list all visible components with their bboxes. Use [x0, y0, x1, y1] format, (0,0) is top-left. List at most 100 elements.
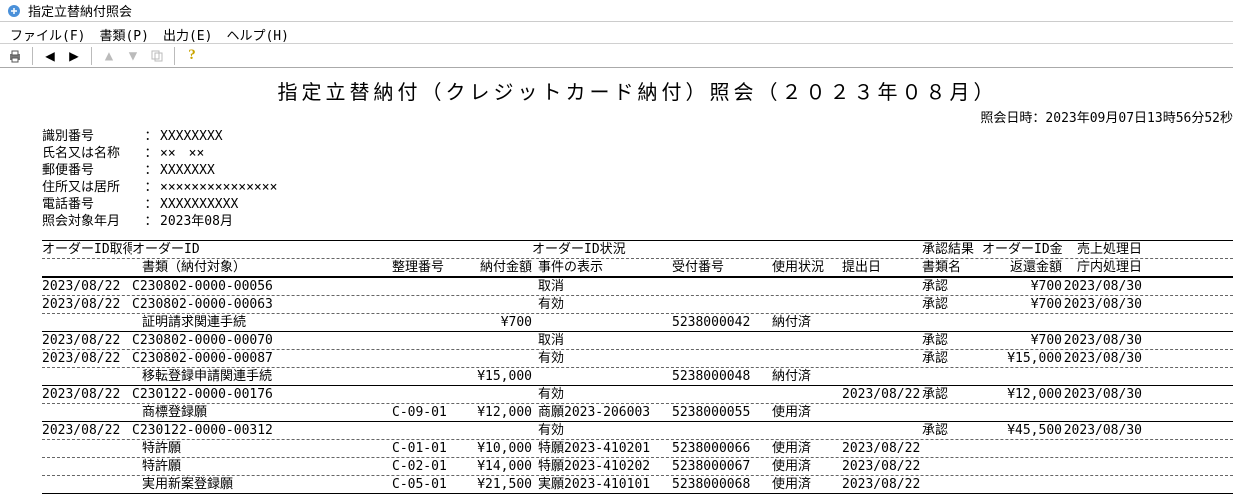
- copy-icon[interactable]: [148, 47, 166, 65]
- hdr-refund: 返還金額: [982, 259, 1062, 276]
- report-title: 指定立替納付（クレジットカード納付）照会（２０２３年０８月）: [42, 76, 1233, 105]
- cell: 証明請求関連手続: [132, 314, 392, 331]
- cell: [42, 368, 132, 385]
- report-datetime-value: 2023年09月07日13時56分52秒: [1045, 111, 1233, 126]
- menu-output[interactable]: 出力(E): [163, 25, 212, 40]
- cell: 2023/08/30: [1062, 386, 1142, 403]
- menu-help[interactable]: ヘルプ(H): [226, 25, 288, 40]
- cell: 2023/08/30: [1062, 278, 1142, 295]
- label-addr: 住所又は居所: [42, 179, 142, 196]
- value-zip: XXXXXXX: [160, 162, 215, 179]
- cell: [392, 332, 462, 349]
- table-row: 特許願C-02-01¥14,000特願2023-4102025238000067…: [42, 458, 1233, 476]
- cell: C230802-0000-00063: [132, 296, 392, 313]
- cell: 承認: [922, 278, 982, 295]
- toolbar: ◀ ▶ ▲ ▼ ?: [0, 44, 1233, 68]
- back-arrow-icon[interactable]: ◀: [41, 47, 59, 65]
- cell: ¥45,500: [982, 422, 1062, 439]
- help-icon[interactable]: ?: [183, 47, 201, 65]
- cell: 有効: [532, 350, 672, 367]
- hdr-sales-date: 売上処理日: [1062, 241, 1142, 258]
- cell: [532, 368, 672, 385]
- cell: [42, 314, 132, 331]
- cell: [462, 350, 532, 367]
- cell: 納付済: [772, 314, 842, 331]
- cell: C-09-01: [392, 404, 462, 421]
- cell: [392, 386, 462, 403]
- report-datetime-label: 照会日時：: [980, 111, 1045, 126]
- cell: 特許願: [132, 458, 392, 475]
- hdr-approval: 承認結果: [922, 241, 982, 258]
- applicant-info: 識別番号：XXXXXXXX 氏名又は名称：×× ×× 郵便番号：XXXXXXX …: [42, 128, 1233, 230]
- cell: 取消: [532, 278, 672, 295]
- cell: [982, 458, 1062, 475]
- cell: 2023/08/22: [42, 422, 132, 439]
- cell: ¥15,000: [462, 368, 532, 385]
- hdr-amount: 納付金額: [462, 259, 532, 276]
- cell: 承認: [922, 386, 982, 403]
- up-arrow-icon[interactable]: ▲: [100, 47, 118, 65]
- table-body: 2023/08/22C230802-0000-00056取消承認¥7002023…: [42, 278, 1233, 494]
- cell: [392, 350, 462, 367]
- cell: C230802-0000-00070: [132, 332, 392, 349]
- cell: 使用済: [772, 404, 842, 421]
- hdr-doc: 書類（納付対象）: [132, 259, 392, 276]
- cell: [392, 296, 462, 313]
- cell: 2023/08/22: [842, 440, 922, 457]
- cell: [772, 350, 842, 367]
- cell: [462, 422, 532, 439]
- cell: [42, 476, 132, 493]
- menu-doc[interactable]: 書類(P): [99, 25, 148, 40]
- table-row: 2023/08/22C230122-0000-00312有効承認¥45,5002…: [42, 422, 1233, 440]
- cell: [462, 296, 532, 313]
- hdr-order-amount: オーダーID金額: [982, 241, 1062, 258]
- cell: C230802-0000-00056: [132, 278, 392, 295]
- report-body: 指定立替納付（クレジットカード納付）照会（２０２３年０８月） 照会日時：2023…: [0, 68, 1233, 494]
- menu-file[interactable]: ファイル(F): [10, 25, 85, 40]
- cell: [922, 458, 982, 475]
- cell: 特許願: [132, 440, 392, 457]
- cell: 特願2023-410201: [532, 440, 672, 457]
- cell: [842, 296, 922, 313]
- forward-arrow-icon[interactable]: ▶: [65, 47, 83, 65]
- cell: 実願2023-410101: [532, 476, 672, 493]
- cell: [842, 368, 922, 385]
- hdr-case: 事件の表示: [532, 259, 672, 276]
- cell: [672, 422, 772, 439]
- cell: [672, 296, 772, 313]
- cell: [772, 386, 842, 403]
- table-row: 2023/08/22C230802-0000-00056取消承認¥7002023…: [42, 278, 1233, 296]
- table-row: 特許願C-01-01¥10,000特願2023-4102015238000066…: [42, 440, 1233, 458]
- cell: C230122-0000-00176: [132, 386, 392, 403]
- cell: [1062, 404, 1142, 421]
- cell: 特願2023-410202: [532, 458, 672, 475]
- table-row: 移転登録申請関連手続¥15,0005238000048納付済: [42, 368, 1233, 386]
- cell: C-01-01: [392, 440, 462, 457]
- cell: 商標登録願: [132, 404, 392, 421]
- cell: [392, 278, 462, 295]
- cell: [922, 404, 982, 421]
- cell: 実用新案登録願: [132, 476, 392, 493]
- cell: 納付済: [772, 368, 842, 385]
- cell: [462, 386, 532, 403]
- cell: 有効: [532, 386, 672, 403]
- cell: [842, 278, 922, 295]
- menubar: ファイル(F) 書類(P) 出力(E) ヘルプ(H): [0, 22, 1233, 44]
- print-icon[interactable]: [6, 47, 24, 65]
- cell: [1062, 440, 1142, 457]
- cell: ¥15,000: [982, 350, 1062, 367]
- cell: [982, 404, 1062, 421]
- table-row: 2023/08/22C230122-0000-00176有効2023/08/22…: [42, 386, 1233, 404]
- cell: 承認: [922, 296, 982, 313]
- hdr-order-id: オーダーID: [132, 241, 392, 258]
- down-arrow-icon[interactable]: ▼: [124, 47, 142, 65]
- cell: [842, 332, 922, 349]
- cell: 有効: [532, 296, 672, 313]
- cell: 承認: [922, 350, 982, 367]
- cell: 承認: [922, 332, 982, 349]
- cell: [672, 350, 772, 367]
- cell: [42, 458, 132, 475]
- table-row: 実用新案登録願C-05-01¥21,500実願2023-410101523800…: [42, 476, 1233, 494]
- cell: 使用済: [772, 440, 842, 457]
- cell: 取消: [532, 332, 672, 349]
